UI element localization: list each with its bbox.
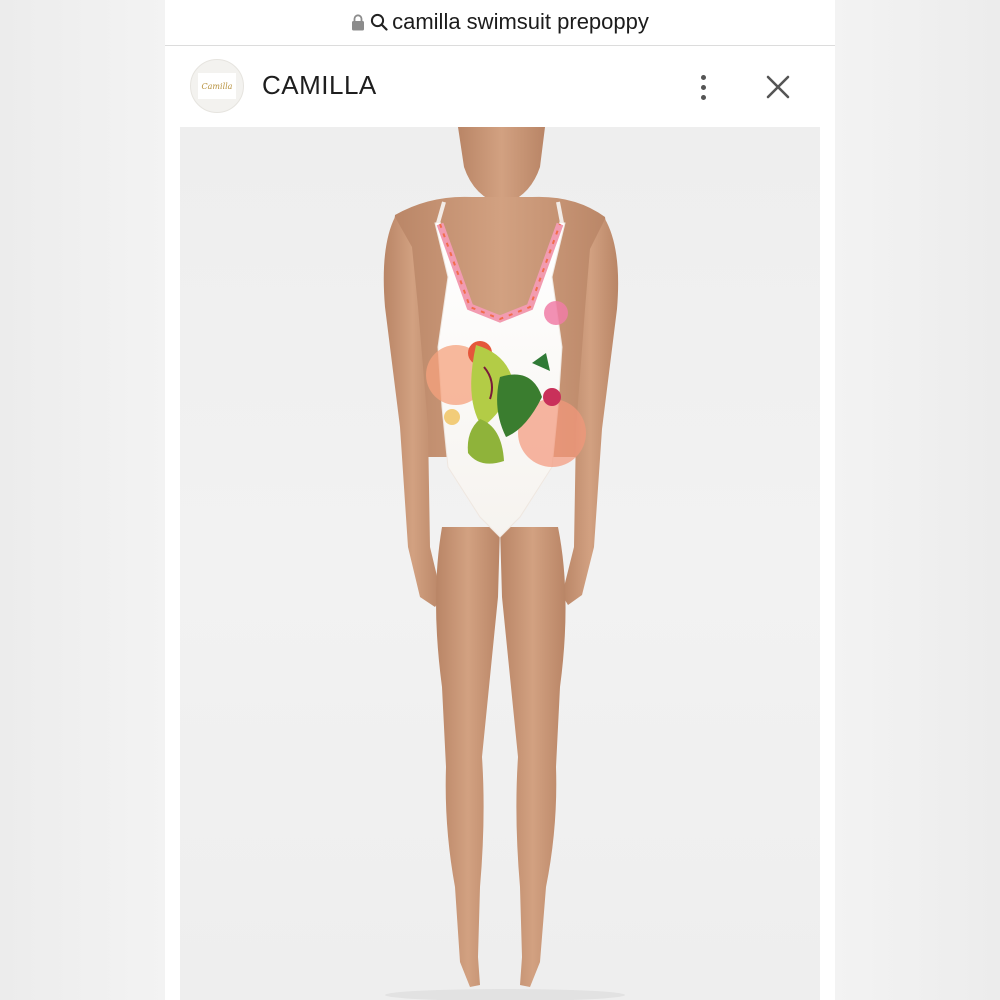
more-vertical-icon xyxy=(700,74,706,80)
more-options-button[interactable] xyxy=(691,70,715,104)
address-bar[interactable]: camilla swimsuit prepoppy xyxy=(165,0,835,44)
background-right xyxy=(835,0,1000,1000)
url-text: camilla swimsuit prepoppy xyxy=(392,9,649,34)
page-header: Camilla CAMILLA xyxy=(165,46,835,126)
background-left xyxy=(0,0,165,1000)
brand-name: CAMILLA xyxy=(262,70,377,100)
brand-logo[interactable]: Camilla xyxy=(190,59,244,113)
svg-text:Camilla: Camilla xyxy=(202,82,233,91)
screen: camilla swimsuit prepoppy Camilla CAMILL… xyxy=(165,0,835,1000)
search-icon xyxy=(371,13,388,31)
logo-script: Camilla xyxy=(202,82,233,91)
product-image[interactable] xyxy=(180,127,820,1000)
model-illustration xyxy=(383,127,625,1000)
lock-icon xyxy=(352,13,365,30)
close-icon[interactable] xyxy=(763,72,793,102)
logo-badge: Camilla xyxy=(198,73,236,99)
